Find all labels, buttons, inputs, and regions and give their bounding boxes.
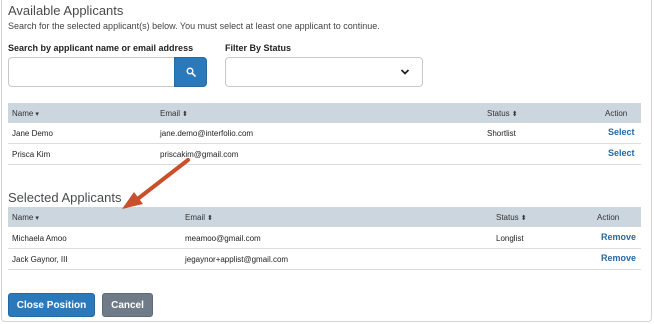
table-row: Prisca Kim priscakim@gmail.com Select bbox=[8, 144, 641, 165]
sort-icon: ⬍ bbox=[207, 215, 213, 222]
close-position-button[interactable]: Close Position bbox=[8, 293, 95, 317]
available-applicants-title: Available Applicants bbox=[8, 3, 124, 18]
search-input[interactable] bbox=[8, 57, 174, 87]
search-button[interactable] bbox=[174, 57, 207, 87]
applicant-name: Prisca Kim bbox=[12, 150, 51, 159]
applicant-name: Jack Gaynor, III bbox=[12, 255, 68, 264]
filter-status-select[interactable] bbox=[225, 57, 423, 87]
sort-icon: ⬍ bbox=[182, 111, 188, 118]
applicant-email: jane.demo@interfolio.com bbox=[160, 129, 254, 138]
instructions-text: Search for the selected applicant(s) bel… bbox=[8, 21, 380, 31]
filter-status-label: Filter By Status bbox=[225, 43, 292, 53]
sort-down-icon: ▾ bbox=[35, 215, 39, 222]
sort-down-icon: ▾ bbox=[35, 111, 39, 118]
applicant-status: Shortlist bbox=[487, 129, 516, 138]
table-row: Jack Gaynor, III jegaynor+applist@gmail.… bbox=[8, 249, 641, 270]
applicant-email: priscakim@gmail.com bbox=[160, 150, 239, 159]
sort-icon: ⬍ bbox=[520, 215, 527, 222]
search-icon bbox=[186, 67, 196, 77]
applicant-email: meamoo@gmail.com bbox=[185, 234, 261, 243]
available-table-header: Name ▾ Email ⬍ Status ⬍ Action bbox=[8, 103, 641, 123]
column-header-action: Action bbox=[597, 213, 620, 222]
applicant-email: jegaynor+applist@gmail.com bbox=[185, 255, 289, 264]
column-header-status[interactable]: Status ⬍ bbox=[487, 109, 518, 118]
table-row: Michaela Amoo meamoo@gmail.com Longlist … bbox=[8, 228, 641, 249]
select-link[interactable]: Select bbox=[608, 148, 635, 158]
selected-table-header: Name ▾ Email ⬍ Status ⬍ Action bbox=[8, 207, 641, 227]
sort-icon: ⬍ bbox=[511, 111, 518, 118]
table-row: Jane Demo jane.demo@interfolio.com Short… bbox=[8, 123, 641, 144]
column-header-name[interactable]: Name ▾ bbox=[12, 213, 39, 222]
column-header-action: Action bbox=[605, 109, 628, 118]
column-header-name[interactable]: Name ▾ bbox=[12, 109, 39, 118]
applicant-name: Jane Demo bbox=[12, 129, 53, 138]
column-header-status[interactable]: Status ⬍ bbox=[496, 213, 527, 222]
chevron-down-icon bbox=[400, 69, 410, 75]
column-header-email[interactable]: Email ⬍ bbox=[160, 109, 188, 118]
cancel-button[interactable]: Cancel bbox=[102, 293, 153, 317]
select-link[interactable]: Select bbox=[608, 127, 635, 137]
search-label: Search by applicant name or email addres… bbox=[8, 43, 194, 53]
selected-applicants-title: Selected Applicants bbox=[8, 190, 122, 205]
column-header-email[interactable]: Email ⬍ bbox=[185, 213, 213, 222]
applicant-name: Michaela Amoo bbox=[12, 234, 67, 243]
remove-link[interactable]: Remove bbox=[601, 232, 636, 242]
remove-link[interactable]: Remove bbox=[601, 253, 636, 263]
applicant-status: Longlist bbox=[496, 234, 524, 243]
